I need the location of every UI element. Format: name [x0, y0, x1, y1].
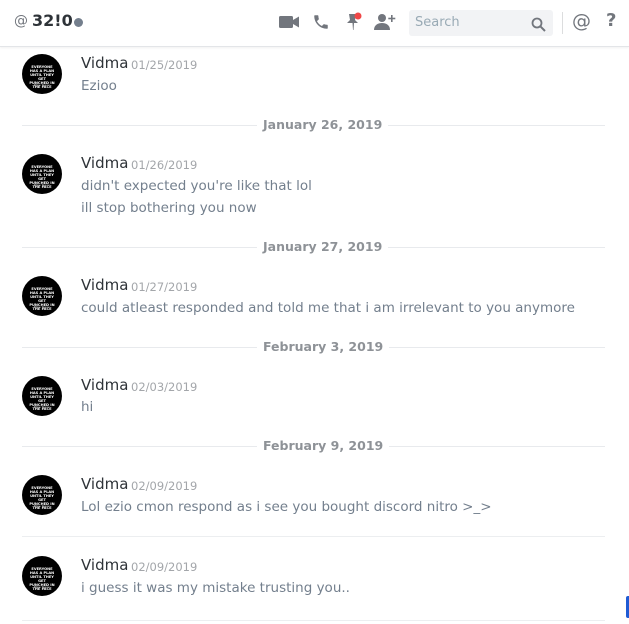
- avatar[interactable]: EVERYONE HAS A PLAN UNTIL THEY GET PUNCH…: [22, 276, 62, 316]
- status-indicator: [74, 18, 83, 27]
- header-divider: [562, 12, 563, 34]
- message-text: didn't expected you're like that lol: [81, 178, 312, 194]
- message-text: Lol ezio cmon respond as i see you bough…: [81, 499, 492, 515]
- username[interactable]: Vidma: [81, 376, 128, 394]
- add-friend-icon[interactable]: [374, 13, 396, 35]
- voice-call-icon[interactable]: [312, 13, 330, 35]
- avatar-subtext: Mike Tyson: [33, 585, 51, 589]
- avatar-subtext: Mike Tyson: [33, 504, 51, 508]
- video-call-icon[interactable]: [279, 14, 300, 34]
- message-text: ill stop bothering you now: [81, 200, 257, 216]
- avatar[interactable]: EVERYONE HAS A PLAN UNTIL THEY GET PUNCH…: [22, 154, 62, 194]
- date-divider-label: January 26, 2019: [257, 117, 389, 132]
- avatar[interactable]: EVERYONE HAS A PLAN UNTIL THEY GET PUNCH…: [22, 475, 62, 515]
- message-text: i guess it was my mistake trusting you..: [81, 580, 350, 596]
- username[interactable]: Vidma: [81, 475, 128, 493]
- message-timestamp: 02/09/2019: [131, 560, 198, 574]
- username[interactable]: Vidma: [81, 556, 128, 574]
- mentions-icon[interactable]: @: [572, 10, 591, 32]
- message-text: hi: [81, 399, 94, 415]
- message-timestamp: 01/27/2019: [131, 280, 198, 294]
- dm-at-icon: @: [14, 13, 28, 29]
- channel-header: @ 32!0 Search @ ?: [0, 0, 629, 47]
- search-placeholder: Search: [415, 15, 460, 30]
- username[interactable]: Vidma: [81, 276, 128, 294]
- message-text: Ezioo: [81, 78, 117, 94]
- message-timestamp: 02/09/2019: [131, 479, 198, 493]
- avatar-subtext: Mike Tyson: [33, 183, 51, 187]
- avatar[interactable]: EVERYONE HAS A PLAN UNTIL THEY GET PUNCH…: [22, 556, 62, 596]
- avatar-subtext: Mike Tyson: [33, 305, 51, 309]
- message-timestamp: 01/25/2019: [131, 58, 198, 72]
- message-text: could atleast responded and told me that…: [81, 300, 575, 316]
- username[interactable]: Vidma: [81, 154, 128, 172]
- notification-dot: [354, 12, 362, 20]
- date-divider-label: January 27, 2019: [257, 239, 389, 254]
- pinned-messages-icon[interactable]: [345, 12, 363, 36]
- date-divider-label: February 3, 2019: [257, 339, 390, 354]
- help-icon[interactable]: ?: [606, 10, 616, 31]
- avatar-subtext: Mike Tyson: [33, 405, 51, 409]
- date-divider-label: February 9, 2019: [257, 438, 390, 453]
- search-input[interactable]: Search: [409, 10, 553, 36]
- message-separator: [22, 620, 605, 621]
- message-separator: [22, 536, 605, 537]
- message-timestamp: 01/26/2019: [131, 158, 198, 172]
- message-timestamp: 02/03/2019: [131, 380, 198, 394]
- avatar-subtext: Mike Tyson: [33, 83, 51, 87]
- username[interactable]: Vidma: [81, 54, 128, 72]
- search-icon[interactable]: [531, 16, 546, 42]
- avatar[interactable]: EVERYONE HAS A PLAN UNTIL THEY GET PUNCH…: [22, 376, 62, 416]
- avatar[interactable]: EVERYONE HAS A PLAN UNTIL THEY GET PUNCH…: [22, 54, 62, 94]
- channel-name: 32!0: [32, 11, 73, 30]
